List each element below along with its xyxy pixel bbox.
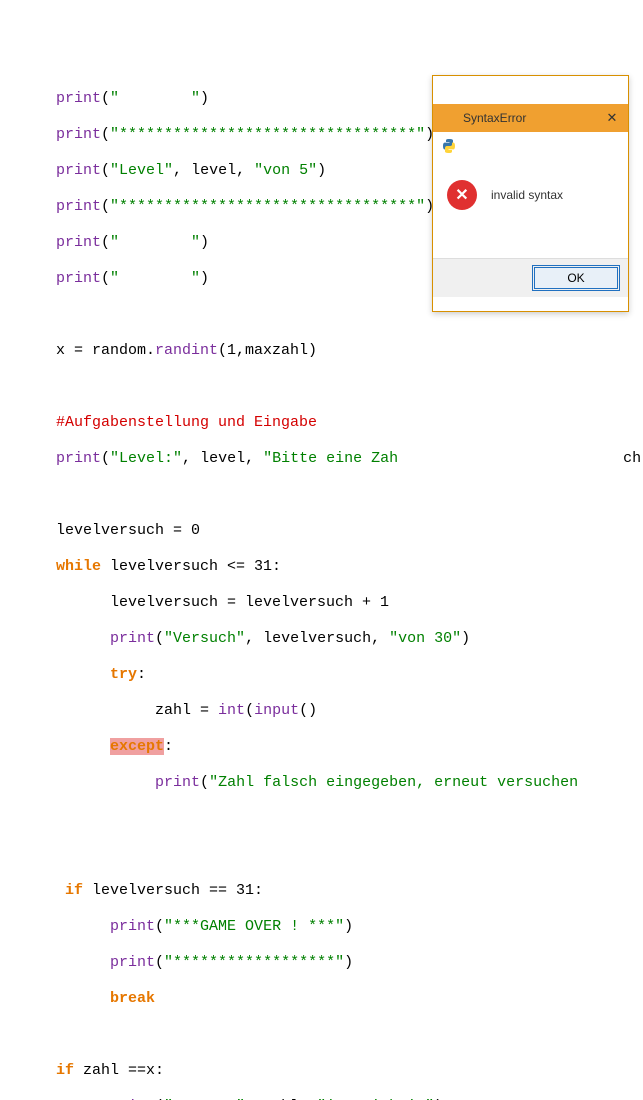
- ok-button[interactable]: OK: [534, 267, 618, 289]
- error-message: invalid syntax: [491, 188, 563, 202]
- dialog-body: ✕ invalid syntax: [433, 160, 628, 230]
- code-line: [56, 1026, 643, 1044]
- code-line: #Aufgabenstellung und Eingabe: [56, 414, 643, 432]
- code-line: x = random.randint(1,maxzahl): [56, 342, 643, 360]
- close-icon[interactable]: ✕: [602, 108, 622, 128]
- code-line: print("Super!,", zahl, "ist richtig"): [56, 1098, 643, 1100]
- syntax-error-highlight: except: [110, 738, 164, 755]
- error-icon: ✕: [447, 180, 477, 210]
- python-icon: [441, 110, 457, 126]
- code-line: except:: [56, 738, 643, 756]
- code-line: print("******************"): [56, 954, 643, 972]
- code-line: while levelversuch <= 31:: [56, 558, 643, 576]
- dialog-footer: OK: [433, 258, 628, 297]
- code-line: levelversuch = levelversuch + 1: [56, 594, 643, 612]
- code-line: levelversuch = 0: [56, 522, 643, 540]
- code-line: zahl = int(input(): [56, 702, 643, 720]
- code-line: try:: [56, 666, 643, 684]
- code-line: print("Versuch", levelversuch, "von 30"): [56, 630, 643, 648]
- code-line: [56, 846, 643, 864]
- code-line: print("Level:", level, "Bitte eine Zah c…: [56, 450, 643, 468]
- error-dialog: SyntaxError ✕ ✕ invalid syntax OK: [432, 75, 629, 312]
- code-line: [56, 810, 643, 828]
- code-line: if zahl ==x:: [56, 1062, 643, 1080]
- code-line: break: [56, 990, 643, 1008]
- code-line: [56, 378, 643, 396]
- code-line: [56, 486, 643, 504]
- code-line: print("Zahl falsch eingegeben, erneut ve…: [56, 774, 643, 792]
- code-line: if levelversuch == 31:: [56, 882, 643, 900]
- dialog-titlebar[interactable]: SyntaxError ✕: [433, 104, 628, 132]
- code-line: print("***GAME OVER ! ***"): [56, 918, 643, 936]
- dialog-title: SyntaxError: [463, 111, 602, 125]
